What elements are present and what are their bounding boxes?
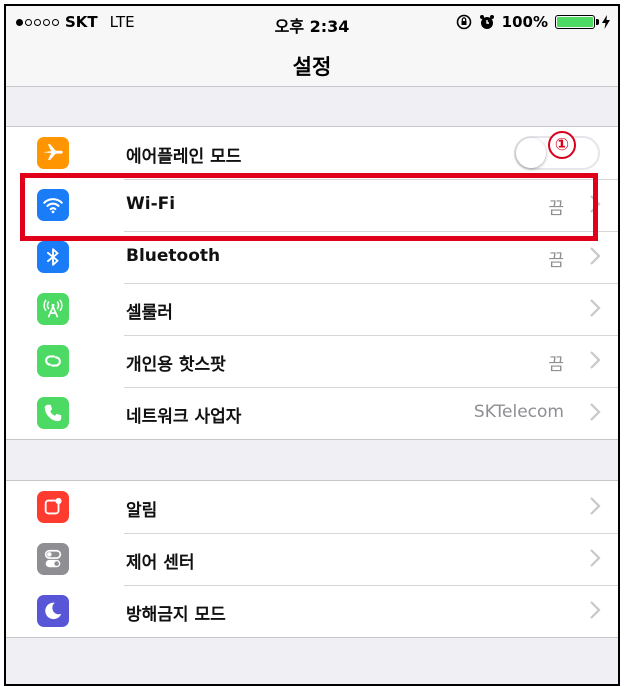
step-marker: ①: [548, 131, 576, 159]
settings-row-control-center[interactable]: 제어 센터: [6, 533, 618, 585]
chevron-right-icon: [590, 497, 601, 515]
cellular-icon: [37, 293, 69, 325]
settings-row-carrier[interactable]: 네트워크 사업자 SKTelecom: [6, 387, 618, 439]
settings-row-label: 방해금지 모드: [126, 605, 226, 625]
navigation-bar: 설정: [6, 42, 618, 87]
status-bar: SKT LTE 오후 2:34 100%: [6, 6, 618, 42]
wifi-highlight-box: [20, 173, 598, 241]
settings-row-cellular[interactable]: 셀룰러: [6, 283, 618, 335]
battery-percent: 100%: [501, 13, 548, 31]
settings-row-label: 제어 센터: [126, 553, 195, 573]
toggle-knob: [516, 138, 546, 168]
airplane-icon: [37, 137, 69, 169]
chevron-right-icon: [590, 601, 601, 619]
settings-row-notifications[interactable]: 알림: [6, 481, 618, 533]
chevron-right-icon: [590, 299, 601, 317]
orientation-lock-icon: [456, 14, 471, 30]
chevron-right-icon: [590, 247, 601, 265]
settings-group-system: 알림 제어 센터 방해금지 모드: [6, 480, 618, 638]
alarm-icon: [479, 15, 494, 29]
chevron-right-icon: [590, 403, 601, 421]
do-not-disturb-icon: [37, 595, 69, 627]
settings-row-hotspot[interactable]: 개인용 핫스팟 끔: [6, 335, 618, 387]
settings-row-value: SKTelecom: [473, 402, 564, 422]
settings-row-value: 끔: [548, 251, 564, 271]
control-center-icon: [37, 543, 69, 575]
settings-row-label: 셀룰러: [126, 303, 173, 323]
settings-row-value: 끔: [548, 355, 564, 375]
settings-row-label: 에어플레인 모드: [126, 147, 242, 167]
page-title: 설정: [292, 55, 332, 79]
phone-screen: SKT LTE 오후 2:34 100% 설정 에어플레인 모드 Wi-Fi 끔…: [4, 4, 620, 686]
settings-row-airplane-mode[interactable]: 에어플레인 모드: [6, 127, 618, 179]
charging-icon: [602, 15, 610, 29]
battery-level: [557, 17, 593, 27]
hotspot-icon: [37, 345, 69, 377]
settings-row-label: 네트워크 사업자: [126, 407, 242, 427]
settings-row-do-not-disturb[interactable]: 방해금지 모드: [6, 585, 618, 637]
settings-row-label: 알림: [126, 501, 158, 521]
phone-icon: [37, 397, 69, 429]
settings-row-label: Bluetooth: [126, 246, 221, 266]
bluetooth-icon: [37, 241, 69, 273]
chevron-right-icon: [590, 549, 601, 567]
chevron-right-icon: [590, 351, 601, 369]
battery-icon: [555, 15, 599, 29]
settings-row-label: 개인용 핫스팟: [126, 355, 226, 375]
notifications-icon: [37, 491, 69, 523]
